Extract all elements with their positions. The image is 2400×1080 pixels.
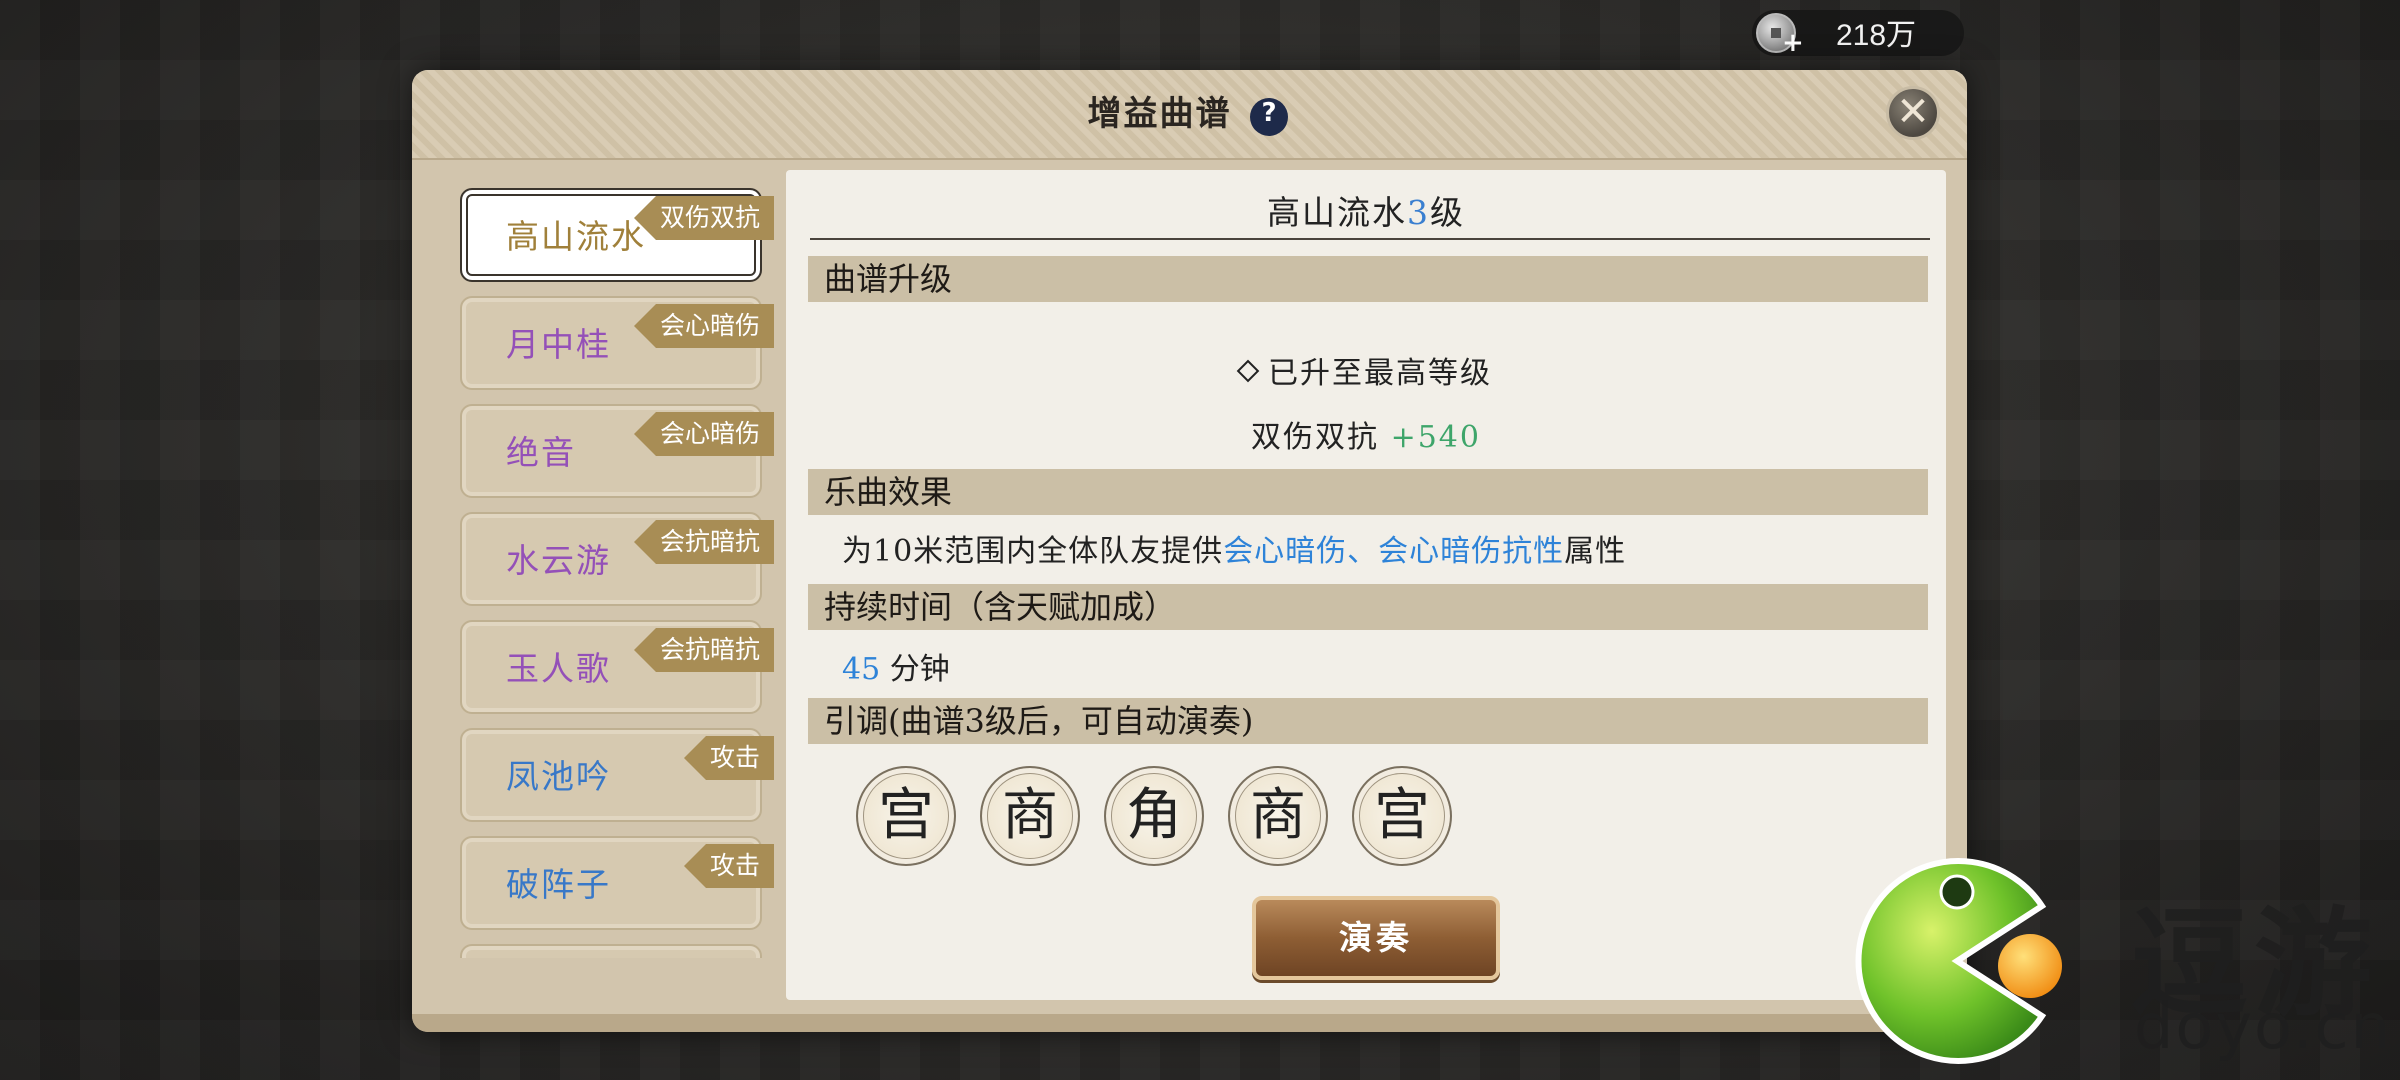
note-gong: 宫 xyxy=(856,766,956,866)
song-item-shuiyunyou[interactable]: 水云游 会抗暗抗 xyxy=(460,512,774,606)
note-jue: 角 xyxy=(1104,766,1204,866)
song-detail-panel: 高山流水3级 曲谱升级 已升至最高等级 双伤双抗 +540 乐曲效果 为10米范… xyxy=(786,170,1946,1000)
song-tag: 会心暗伤 xyxy=(633,304,774,348)
bonus-label: 双伤双抗 xyxy=(1251,420,1380,455)
song-name: 凤池吟 xyxy=(506,757,611,796)
bonus-value: +540 xyxy=(1390,420,1481,455)
song-name: 破阵子 xyxy=(506,865,611,904)
song-tag: 攻击 xyxy=(683,736,774,780)
song-name: 水云游 xyxy=(506,541,611,580)
song-title-name: 高山流水 xyxy=(1267,193,1407,232)
close-icon[interactable]: ✕ xyxy=(1886,86,1940,140)
song-tag: 会心暗伤 xyxy=(633,412,774,456)
song-item-pozhenzi[interactable]: 破阵子 攻击 xyxy=(460,836,774,930)
song-title-suffix: 级 xyxy=(1430,193,1465,232)
song-tag: 会抗暗抗 xyxy=(633,628,774,672)
max-level-text: 已升至最高等级 xyxy=(786,348,1946,392)
duration-number: 45 xyxy=(842,652,881,687)
song-detail-title: 高山流水3级 xyxy=(786,186,1946,234)
song-item-fengchiyin[interactable]: 凤池吟 攻击 xyxy=(460,728,774,822)
dialog-title: 增益曲谱 xyxy=(1087,94,1232,134)
song-tag: 攻击 xyxy=(683,844,774,888)
effect-suffix: 属性 xyxy=(1564,534,1627,569)
max-level-label: 已升至最高等级 xyxy=(1268,356,1492,391)
song-item-jueyin[interactable]: 绝音 会心暗伤 xyxy=(460,404,774,498)
note-gong: 宫 xyxy=(1352,766,1452,866)
currency-amount: 218万 xyxy=(1836,19,1917,52)
song-name: 玉人歌 xyxy=(506,649,611,688)
duration-unit: 分钟 xyxy=(889,652,950,687)
duration-value: 45 分钟 xyxy=(842,644,950,688)
section-tune-header: 引调(曲谱3级后，可自动演奏) xyxy=(808,698,1928,744)
song-title-level: 3 xyxy=(1407,193,1430,232)
song-name: 高山流水 xyxy=(506,217,646,256)
play-button[interactable]: 演奏 xyxy=(1252,896,1500,980)
dialog-bottom-band xyxy=(412,1014,1967,1032)
dialog-header: 增益曲谱 ? ✕ xyxy=(412,70,1967,160)
song-tag: 会抗暗抗 xyxy=(633,520,774,564)
song-list[interactable]: 高山流水 双伤双抗 月中桂 会心暗伤 绝音 会心暗伤 水云游 会抗暗抗 玉人歌 … xyxy=(448,188,778,958)
effect-description: 为10米范围内全体队友提供会心暗伤、会心暗伤抗性属性 xyxy=(842,526,1626,570)
song-name: 绝音 xyxy=(506,433,576,472)
song-item-yuezhonggui[interactable]: 月中桂 会心暗伤 xyxy=(460,296,774,390)
diamond-icon xyxy=(1236,359,1260,383)
song-item-partial[interactable] xyxy=(460,944,762,958)
song-tag: 双伤双抗 xyxy=(633,196,774,240)
buff-score-dialog: 增益曲谱 ? ✕ 高山流水 双伤双抗 月中桂 会心暗伤 绝音 会心暗伤 水云游 … xyxy=(412,70,1967,1032)
tune-notes: 宫 商 角 商 宫 xyxy=(856,766,1516,876)
divider xyxy=(810,238,1930,240)
section-effect-header: 乐曲效果 xyxy=(808,469,1928,515)
song-item-gaoshanliushui[interactable]: 高山流水 双伤双抗 xyxy=(460,188,774,282)
section-duration-header: 持续时间（含天赋加成） xyxy=(808,584,1928,630)
effect-highlight: 会心暗伤、会心暗伤抗性 xyxy=(1223,534,1565,569)
upgrade-bonus: 双伤双抗 +540 xyxy=(786,412,1946,456)
note-shang: 商 xyxy=(1228,766,1328,866)
note-shang: 商 xyxy=(980,766,1080,866)
song-name: 月中桂 xyxy=(506,325,611,364)
doyo-logo-icon xyxy=(1855,858,2062,1064)
watermark-domain: doyo.cn xyxy=(2134,990,2392,1063)
effect-prefix: 为10米范围内全体队友提供 xyxy=(842,534,1224,569)
question-icon[interactable]: ? xyxy=(1250,98,1288,136)
currency-display[interactable]: + 218万 xyxy=(1752,10,1964,56)
section-upgrade-header: 曲谱升级 xyxy=(808,256,1928,302)
song-item-yurenge[interactable]: 玉人歌 会抗暗抗 xyxy=(460,620,774,714)
add-currency-icon[interactable]: + xyxy=(1782,30,1804,56)
